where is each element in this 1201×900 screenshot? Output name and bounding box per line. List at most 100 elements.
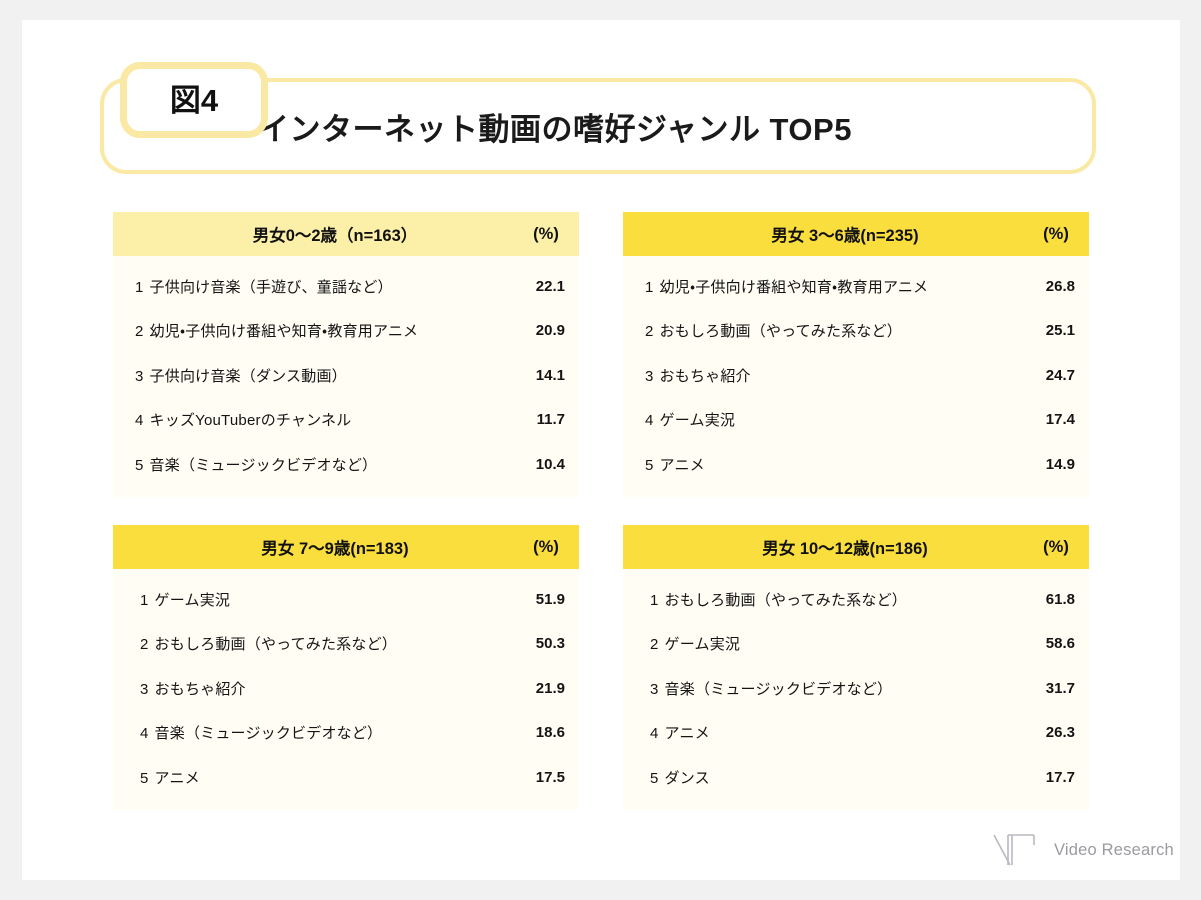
row-category: 幼児・子供向け番組や知育・教育用アニメ [659, 278, 929, 296]
table-age-3-6: 男女 3〜6歳(n=235) (%) 1 幼児・子供向け番組や知育・教育用アニメ … [623, 212, 1089, 497]
row-value: 10.4 [535, 455, 565, 473]
row-label: 2 おもしろ動画（やってみた系など） [623, 320, 993, 341]
row-rank: 3 [650, 680, 659, 698]
row-value: 61.8 [1045, 590, 1075, 608]
table-row: 3 音楽（ミュージックビデオなど） 31.7 [623, 666, 1089, 711]
row-category: 幼児・子供向け番組や知育・教育用アニメ [149, 323, 419, 341]
table-header-title: 男女 7〜9歳(n=183) [261, 540, 409, 558]
table-header-age-7-9: 男女 7〜9歳(n=183) (%) [113, 525, 579, 569]
row-category: アニメ [659, 456, 705, 474]
table-body: 1 子供向け音楽（手遊び、童謡など） 22.1 2 幼児・子供向け番組や知育・教育用… [113, 256, 579, 497]
row-category: 子供向け音楽（手遊び、童謡など） [149, 278, 393, 296]
row-category: アニメ [664, 725, 710, 743]
row-category: 子供向け音楽（ダンス動画） [149, 367, 347, 385]
row-value: 17.4 [1045, 411, 1075, 429]
row-value: 18.6 [535, 724, 565, 742]
brand-logo: Video Research [993, 832, 1174, 868]
row-label: 5 アニメ [113, 767, 483, 788]
row-rank: 1 [645, 278, 654, 296]
row-category: おもちゃ紹介 [659, 367, 751, 385]
video-research-logo-mark [993, 834, 1035, 866]
row-rank: 3 [645, 367, 654, 385]
page-title: インターネット動画の嗜好ジャンル TOP5 [258, 112, 852, 147]
table-age-7-9: 男女 7〜9歳(n=183) (%) 1 ゲーム実況 51.9 2 おもしろ動画（や… [113, 525, 579, 810]
row-value: 50.3 [535, 635, 565, 653]
row-label: 1 おもしろ動画（やってみた系など） [623, 589, 993, 610]
row-label: 4 ゲーム実況 [623, 409, 993, 430]
row-rank: 2 [140, 636, 149, 654]
table-header-title: 男女 3〜6歳(n=235) [771, 227, 919, 245]
row-value: 31.7 [1045, 679, 1075, 697]
table-row: 2 おもしろ動画（やってみた系など） 25.1 [623, 309, 1089, 354]
table-row: 1 ゲーム実況 51.9 [113, 577, 579, 622]
table-header-unit: (%) [1043, 224, 1069, 243]
row-category: ゲーム実況 [664, 636, 741, 654]
row-value: 24.7 [1045, 366, 1075, 384]
row-label: 2 ゲーム実況 [623, 633, 993, 654]
table-header-age-3-6: 男女 3〜6歳(n=235) (%) [623, 212, 1089, 256]
table-row: 5 アニメ 14.9 [623, 442, 1089, 487]
table-row: 5 ダンス 17.7 [623, 755, 1089, 800]
row-category: キッズYouTuberのチャンネル [149, 412, 352, 430]
row-value: 17.7 [1045, 768, 1075, 786]
row-label: 2 おもしろ動画（やってみた系など） [113, 633, 483, 654]
row-rank: 5 [645, 456, 654, 474]
table-header-age-10-12: 男女 10〜12歳(n=186) (%) [623, 525, 1089, 569]
row-value: 20.9 [535, 322, 565, 340]
row-category: おもしろ動画（やってみた系など） [664, 591, 907, 609]
row-label: 3 おもちゃ紹介 [113, 678, 483, 699]
row-rank: 2 [645, 323, 654, 341]
figure-number-badge: 図4 [120, 62, 268, 138]
row-rank: 5 [135, 456, 144, 474]
row-value: 58.6 [1045, 635, 1075, 653]
figure-number-label: 図4 [169, 82, 219, 118]
row-label: 4 キッズYouTuberのチャンネル [113, 409, 483, 430]
row-rank: 2 [650, 636, 659, 654]
table-header-unit: (%) [533, 224, 559, 243]
row-label: 4 アニメ [623, 722, 993, 743]
row-label: 3 子供向け音楽（ダンス動画） [113, 365, 483, 386]
table-header-title: 男女 10〜12歳(n=186) [762, 540, 928, 558]
row-rank: 3 [140, 680, 149, 698]
row-rank: 1 [650, 591, 659, 609]
row-rank: 1 [135, 278, 144, 296]
table-body: 1 ゲーム実況 51.9 2 おもしろ動画（やってみた系など） 50.3 3 おもちゃ… [113, 569, 579, 810]
table-row: 1 おもしろ動画（やってみた系など） 61.8 [623, 577, 1089, 622]
row-rank: 4 [645, 412, 654, 430]
row-value: 51.9 [535, 590, 565, 608]
row-label: 3 音楽（ミュージックビデオなど） [623, 678, 993, 699]
row-category: ダンス [664, 769, 710, 787]
table-row: 3 子供向け音楽（ダンス動画） 14.1 [113, 353, 579, 398]
brand-logo-text: Video Research [1054, 840, 1174, 859]
table-row: 5 音楽（ミュージックビデオなど） 10.4 [113, 442, 579, 487]
table-row: 4 音楽（ミュージックビデオなど） 18.6 [113, 711, 579, 756]
row-label: 2 幼児・子供向け番組や知育・教育用アニメ [113, 320, 483, 341]
table-row: 4 キッズYouTuberのチャンネル 11.7 [113, 398, 579, 443]
row-label: 5 ダンス [623, 767, 993, 788]
row-category: ゲーム実況 [659, 412, 736, 430]
row-rank: 4 [135, 412, 144, 430]
row-value: 11.7 [536, 411, 565, 429]
row-value: 25.1 [1045, 322, 1075, 340]
row-value: 26.8 [1045, 277, 1075, 295]
table-row: 4 アニメ 26.3 [623, 711, 1089, 756]
row-label: 5 音楽（ミュージックビデオなど） [113, 454, 483, 475]
row-value: 14.9 [1045, 455, 1075, 473]
table-row: 5 アニメ 17.5 [113, 755, 579, 800]
table-body: 1 おもしろ動画（やってみた系など） 61.8 2 ゲーム実況 58.6 3 音楽（ミ… [623, 569, 1089, 810]
table-row: 1 子供向け音楽（手遊び、童謡など） 22.1 [113, 264, 579, 309]
row-label: 1 子供向け音楽（手遊び、童謡など） [113, 276, 483, 297]
table-body: 1 幼児・子供向け番組や知育・教育用アニメ 26.8 2 おもしろ動画（やってみた系… [623, 256, 1089, 497]
table-row: 2 ゲーム実況 58.6 [623, 622, 1089, 667]
row-rank: 5 [140, 769, 149, 787]
table-header-unit: (%) [1043, 537, 1069, 556]
row-category: 音楽（ミュージックビデオなど） [149, 456, 378, 474]
table-row: 1 幼児・子供向け番組や知育・教育用アニメ 26.8 [623, 264, 1089, 309]
row-category: おもちゃ紹介 [154, 680, 246, 698]
row-value: 26.3 [1045, 724, 1075, 742]
row-category: おもしろ動画（やってみた系など） [659, 323, 902, 341]
row-category: ゲーム実況 [154, 591, 231, 609]
row-category: アニメ [154, 769, 200, 787]
row-value: 21.9 [535, 679, 565, 697]
table-header-age-0-2: 男女0〜2歳（n=163） (%) [113, 212, 579, 256]
